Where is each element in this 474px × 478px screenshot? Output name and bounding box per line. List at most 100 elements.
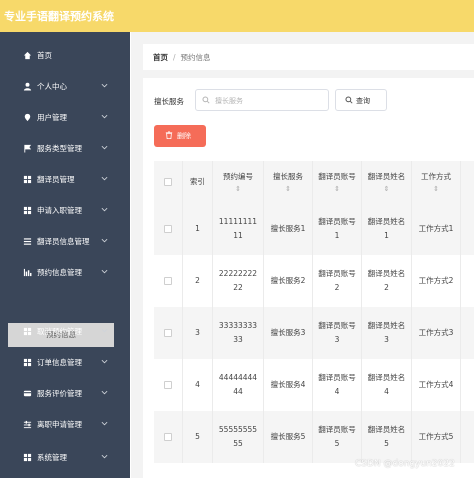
row-select-cell [154,359,182,411]
row-checkbox[interactable] [164,381,172,389]
sidebar-item-resignations[interactable]: 离职申请管理 [0,409,130,440]
sidebar-item-home[interactable]: 首页 [0,40,130,71]
trash-icon [165,131,173,139]
search-input[interactable]: 擅长服务 [195,89,329,111]
cell-text: 擅长服务1 [270,224,306,233]
sidebar-item-reviews[interactable]: 服务评价管理 [0,378,130,409]
column-header-mode[interactable]: 工作方式 ⇕ [411,161,460,203]
sidebar-item-cancellations[interactable]: 取消预约管理 [0,316,130,347]
table-cell-overflow [460,203,474,255]
sidebar-item-translator-info[interactable]: 翻译员信息管理 [0,226,130,257]
cell-text: 工作方式5 [418,432,454,441]
table-cell-booking-no: 2222222222 [212,255,263,307]
select-all-checkbox[interactable] [164,178,172,186]
column-header-booking-no[interactable]: 预约编号 ⇕ [212,161,263,203]
column-header-name[interactable]: 翻译员姓名 ⇕ [361,161,411,203]
sort-icon[interactable]: ⇕ [433,184,439,194]
sidebar-item-onboarding[interactable]: 申请入职管理 [0,195,130,226]
cell-text: 擅长服务4 [270,380,306,389]
column-header-service[interactable]: 擅长服务 ⇕ [263,161,312,203]
delete-button[interactable]: 删除 [154,125,206,147]
sort-icon[interactable]: ⇕ [235,184,241,194]
sidebar-item-translators[interactable]: 翻译员管理 [0,164,130,195]
column-header-label: 工作方式 [421,172,451,181]
main-content: 首页 / 预约信息 擅长服务 擅长服务 查询 删除 索引 预约编号 ⇕ 擅长服务 ⇕ 翻… [131,32,474,478]
column-header-label: 擅长服务 [273,172,303,181]
sliders-icon [22,419,32,429]
cell-text: 翻译员姓名5 [367,425,406,448]
table-cell-index: 3 [182,307,212,359]
column-header-label: 翻译员账号 [318,172,356,181]
row-checkbox[interactable] [164,329,172,337]
table-cell-booking-no: 4444444444 [212,359,263,411]
grid-icon [22,205,32,215]
row-checkbox[interactable] [164,433,172,441]
table-cell-mode: 工作方式1 [411,203,460,255]
table-cell-mode: 工作方式4 [411,359,460,411]
chevron-down-icon [101,269,108,274]
search-placeholder: 擅长服务 [215,97,243,105]
cell-text: 翻译员姓名1 [367,217,406,240]
list-icon [22,236,32,246]
sidebar-item-label: 用户管理 [37,113,67,122]
breadcrumb-home[interactable]: 首页 [153,53,168,62]
table-row[interactable]: 3 3333333333 擅长服务3 翻译员账号3 翻译员姓名3 工作方式3 [154,307,474,359]
table-row[interactable]: 5 5555555555 擅长服务5 翻译员账号5 翻译员姓名5 工作方式5 [154,411,474,463]
sidebar-item-system[interactable]: 系统管理 [0,442,130,473]
sidebar-item-orders[interactable]: 订单信息管理 [0,347,130,378]
sidebar-item-service-types[interactable]: 服务类型管理 [0,133,130,164]
row-checkbox[interactable] [164,225,172,233]
user-icon [22,81,32,91]
cell-text: 1111111111 [218,217,258,240]
chevron-down-icon [101,176,108,181]
chevron-down-icon [101,238,108,243]
table-cell-account: 翻译员账号3 [312,307,361,359]
cell-text: 翻译员姓名4 [367,373,406,396]
column-header-account[interactable]: 翻译员账号 ⇕ [312,161,361,203]
table-cell-name: 翻译员姓名2 [361,255,411,307]
row-select-cell [154,411,182,463]
sort-icon[interactable]: ⇕ [384,184,390,194]
cell-text: 工作方式2 [418,276,454,285]
column-header-label: 翻译员姓名 [367,172,406,181]
column-header-label: 预约编号 [223,172,253,181]
cell-text: 4 [195,380,200,389]
column-header-index: 索引 [182,161,212,203]
chevron-down-icon [101,207,108,212]
table-cell-booking-no: 1111111111 [212,203,263,255]
sidebar-item-bookings[interactable]: 预约信息管理 [0,257,130,288]
cell-text: 翻译员账号5 [318,425,356,448]
breadcrumb-current: 预约信息 [180,53,211,62]
query-button[interactable]: 查询 [335,89,387,111]
table-row[interactable]: 2 2222222222 擅长服务2 翻译员账号2 翻译员姓名2 工作方式2 [154,255,474,307]
chevron-down-icon [101,83,108,88]
cell-text: 翻译员姓名3 [367,321,406,344]
table-row[interactable]: 1 1111111111 擅长服务1 翻译员账号1 翻译员姓名1 工作方式1 [154,203,474,255]
sort-icon[interactable]: ⇕ [285,184,291,194]
table-cell-account: 翻译员账号2 [312,255,361,307]
chevron-down-icon [101,390,108,395]
sort-icon[interactable]: ⇕ [334,184,340,194]
sidebar-item-users[interactable]: 用户管理 [0,102,130,133]
table-cell-index: 2 [182,255,212,307]
row-select-cell [154,307,182,359]
table-cell-mode: 工作方式3 [411,307,460,359]
grid-icon [22,357,32,367]
sidebar: 首页 个人中心 用户管理 服务类型管理 翻译员管理 申请入职管理 翻译员信息管理… [0,32,130,478]
table-cell-service: 擅长服务1 [263,203,312,255]
delete-button-label: 删除 [177,132,191,140]
flag-icon [22,143,32,153]
table-cell-overflow [460,255,474,307]
search-icon [345,96,353,104]
table-row[interactable]: 4 4444444444 擅长服务4 翻译员账号4 翻译员姓名4 工作方式4 [154,359,474,411]
chevron-down-icon [101,359,108,364]
top-bar: 专业手语翻译预约系统 [0,0,474,32]
sidebar-item-label: 服务评价管理 [37,389,82,398]
location-pin-icon [22,112,32,122]
sidebar-item-label: 服务类型管理 [37,144,82,153]
sidebar-item-profile[interactable]: 个人中心 [0,71,130,102]
cell-text: 翻译员账号3 [318,321,356,344]
row-select-cell [154,203,182,255]
cell-text: 5555555555 [218,425,258,448]
row-checkbox[interactable] [164,277,172,285]
